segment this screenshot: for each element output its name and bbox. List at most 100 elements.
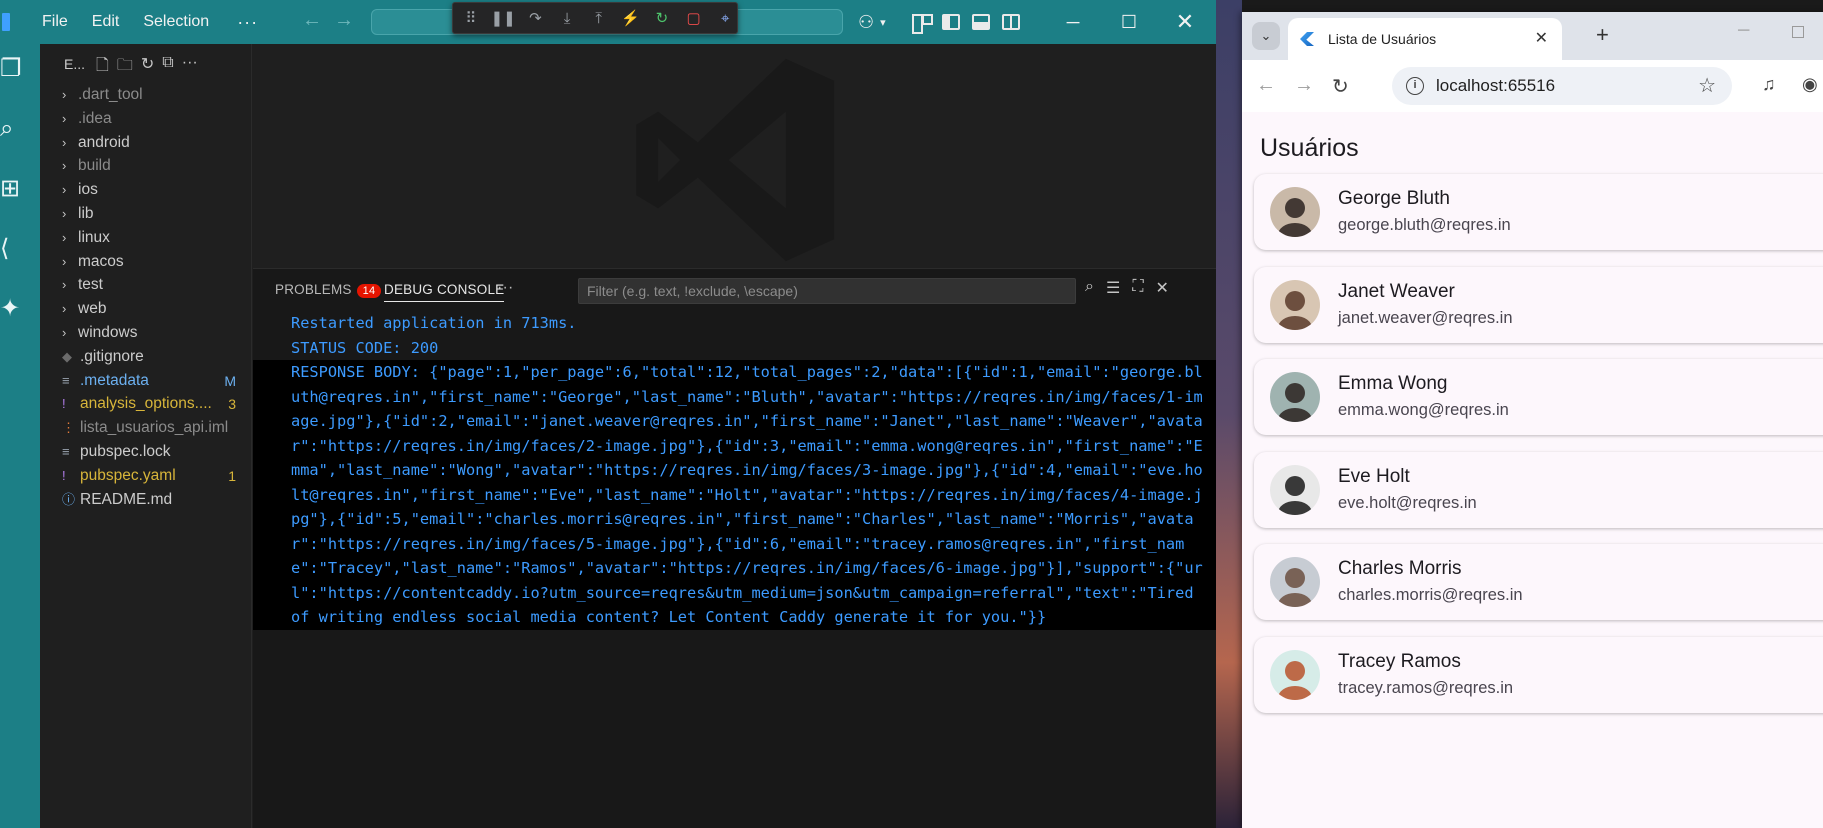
nav-forward-icon[interactable]: → [334,9,354,32]
panel-more-icon[interactable]: ··· [497,279,514,297]
tree-file[interactable]: ! pubspec.yaml 1 [62,465,252,487]
step-out-icon[interactable]: ⤒ [587,6,611,30]
more-actions-icon[interactable]: ··· [182,54,198,81]
flutter-app: Usuários George Bluth george.bluth@reqres… [1242,112,1823,828]
user-name: Janet Weaver [1338,280,1455,302]
tree-file[interactable]: ≡ .metadata M [62,370,252,392]
tree-file[interactable]: ≡ pubspec.lock [62,441,252,463]
inspect-widget-icon[interactable]: ⌖ [713,6,737,30]
new-tab-icon[interactable]: + [1596,22,1609,48]
browser-tab[interactable]: Lista de Usuários ✕ [1288,18,1562,60]
tree-folder[interactable]: › linux [62,227,252,249]
new-file-icon[interactable]: 🗋 [96,54,109,81]
explorer-files-icon[interactable]: ❐ [0,56,26,82]
bookmark-star-icon[interactable]: ☆ [1698,73,1716,98]
user-card[interactable]: Emma Wong emma.wong@reqres.in [1254,359,1823,435]
restart-icon[interactable]: ↻ [650,6,674,30]
toggle-primary-sidebar-icon[interactable] [941,14,960,30]
tab-debug-console[interactable]: DEBUG CONSOLE [384,282,505,302]
chrome-maximize-icon[interactable] [1792,26,1804,38]
copilot-icon[interactable]: ⚇ [858,12,874,33]
address-bar[interactable]: i localhost:65516 ☆ [1392,67,1732,105]
menu-file[interactable]: File [42,13,68,31]
user-card[interactable]: Eve Holt eve.holt@reqres.in [1254,451,1823,528]
vscode-logo-icon [2,13,10,31]
chevron-down-icon[interactable]: ▾ [880,16,886,29]
activity-bar: ❐ ⌕ ⊞ ⟨ ✦ [0,44,40,828]
step-into-icon[interactable]: ⤓ [555,6,579,30]
tree-folder[interactable]: › build [62,155,252,177]
reload-icon[interactable]: ↻ [1332,74,1349,99]
console-response-body: RESPONSE BODY: {"page":1,"per_page":6,"t… [253,360,1216,630]
drag-handle-icon[interactable]: ⠿ [459,6,483,30]
user-email: george.bluth@reqres.in [1338,216,1511,234]
flutter-icon[interactable]: ⟨ [0,236,26,262]
chevron-right-icon: › [62,301,67,317]
tree-item-label: .metadata [80,371,149,389]
tab-search-icon[interactable]: ⌄ [1252,22,1280,50]
console-filter-input[interactable]: Filter (e.g. text, !exclude, \escape) [578,278,1076,304]
close-icon[interactable]: ✕ [1157,0,1213,44]
tree-item-badge: 3 [228,396,236,413]
tree-folder[interactable]: › test [62,274,252,296]
tree-file[interactable]: ! analysis_options.... 3 [62,393,252,415]
tree-folder[interactable]: › .dart_tool [62,84,252,106]
extensions-icon[interactable]: ⊞ [0,176,26,202]
hot-reload-icon[interactable]: ⚡ [619,6,643,30]
tree-folder[interactable]: › lib [62,203,252,225]
refresh-icon[interactable]: ↻ [141,54,154,81]
tree-folder[interactable]: › ios [62,179,252,201]
minimize-icon[interactable]: ─ [1045,0,1101,44]
explorer-title: E... [64,56,86,72]
avatar [1270,372,1320,422]
close-panel-icon[interactable]: ✕ [1156,278,1169,298]
toggle-secondary-sidebar-icon[interactable] [1001,14,1020,30]
menu-edit[interactable]: Edit [92,13,120,31]
tree-folder[interactable]: › .idea [62,108,252,130]
tree-item-badge: M [224,372,236,389]
close-tab-icon[interactable]: ✕ [1535,28,1548,48]
user-card[interactable]: Tracey Ramos tracey.ramos@reqres.in [1254,636,1823,713]
find-icon[interactable]: ⌕ [1085,278,1094,298]
user-card[interactable]: Janet Weaver janet.weaver@reqres.in [1254,266,1823,343]
tree-folder[interactable]: › android [62,132,252,154]
customize-layout-icon[interactable] [911,14,933,34]
media-controls-icon[interactable]: ♫ [1762,74,1776,95]
collapse-all-icon[interactable]: ⧉ [162,54,173,81]
tree-item-label: build [78,157,111,175]
user-card[interactable]: George Bluth george.bluth@reqres.in [1254,174,1823,250]
tree-file[interactable]: ◆ .gitignore [62,346,252,368]
tree-folder[interactable]: › macos [62,251,252,273]
tab-problems[interactable]: PROBLEMS 14 [275,282,382,298]
chrome-minimize-icon[interactable]: ─ [1738,22,1749,40]
chevron-right-icon: › [62,206,67,221]
user-email: eve.holt@reqres.in [1338,493,1477,512]
step-over-icon[interactable]: ↷ [524,6,548,30]
user-email: emma.wong@reqres.in [1338,401,1509,419]
nav-back-icon[interactable]: ← [302,9,322,32]
new-folder-icon[interactable]: 🗀 [117,54,133,81]
tree-file[interactable]: ⓘ README.md [62,489,252,511]
pause-icon[interactable]: ❚❚ [491,6,516,30]
tree-file[interactable]: ⋮ lista_usuarios_api.iml [62,417,252,439]
more-menu-icon[interactable]: ··· [237,12,258,33]
user-name: George Bluth [1338,188,1450,209]
back-icon[interactable]: ← [1256,74,1276,97]
tree-folder[interactable]: › windows [62,322,252,344]
site-info-icon[interactable]: i [1406,77,1424,95]
maximize-icon[interactable]: ☐ [1101,0,1157,44]
user-email: charles.morris@reqres.in [1338,586,1523,604]
maximize-panel-icon[interactable]: ⛶ [1132,278,1143,298]
clear-console-icon[interactable]: ☰ [1106,278,1120,298]
forward-icon[interactable]: → [1294,74,1314,97]
profile-icon[interactable]: ◉ [1802,74,1818,95]
menu-selection[interactable]: Selection [143,13,209,31]
toggle-panel-icon[interactable] [971,14,990,30]
tree-folder[interactable]: › web [62,298,252,320]
user-card[interactable]: Charles Morris charles.morris@reqres.in [1254,544,1823,620]
python-icon[interactable]: ✦ [0,296,26,322]
search-icon[interactable]: ⌕ [0,116,26,142]
stop-icon[interactable]: ▢ [682,6,706,30]
console-line: Restarted application in 713ms. [291,314,577,332]
tab-strip: ⌄ Lista de Usuários ✕ + ─ [1242,12,1823,60]
